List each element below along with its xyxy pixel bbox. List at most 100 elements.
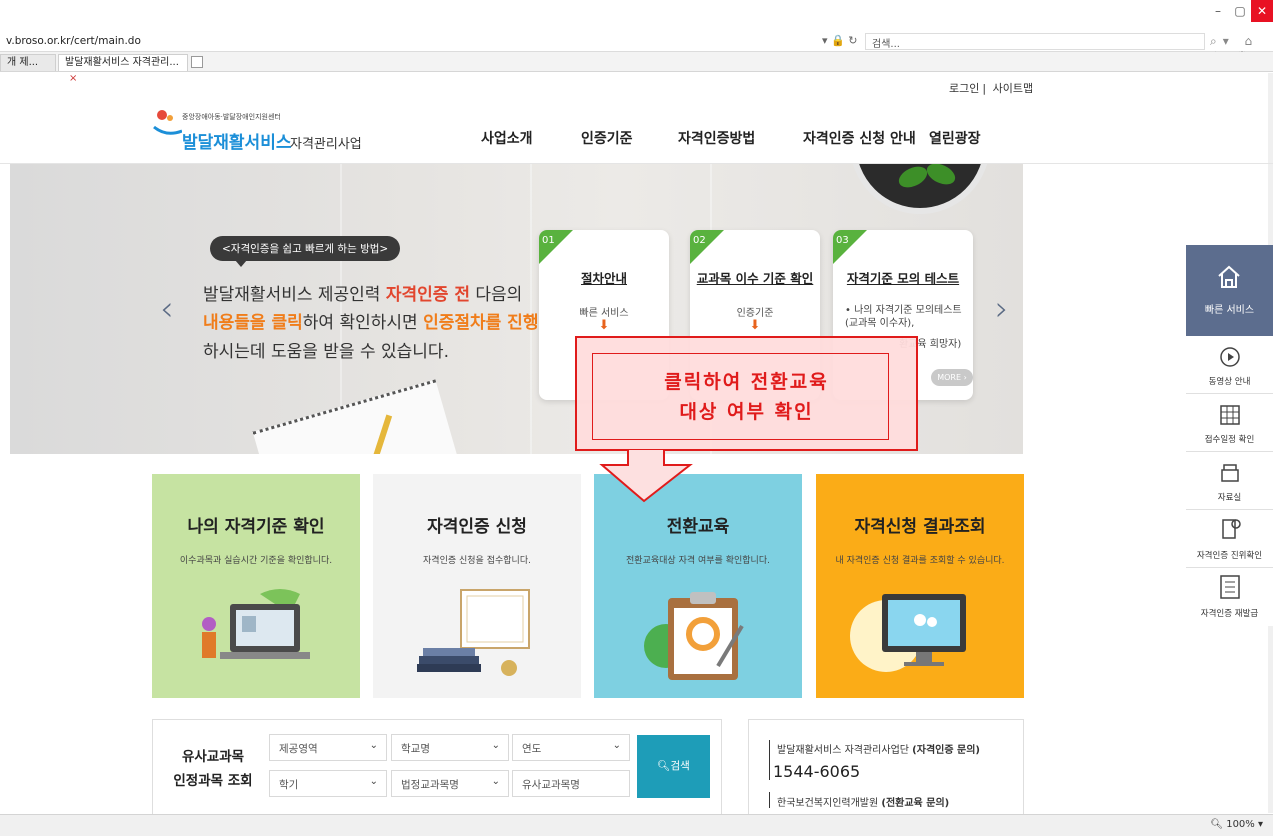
callout-arrow-icon [599, 449, 693, 503]
chevron-down-icon: ⌄ [491, 776, 500, 787]
hero-text-1c: 다음의 [469, 285, 523, 305]
tile-title: 자격신청 결과조회 [854, 517, 986, 537]
main-nav: 사업소개 인증기준 자격인증방법 자격인증 신청 안내 열린광장 [0, 128, 1273, 152]
quick-item-archive[interactable]: 자료실 [1186, 452, 1273, 510]
minimize-icon[interactable]: – [1207, 0, 1229, 22]
select-semester[interactable]: 학기 ⌄ [269, 770, 387, 797]
similar-course-input[interactable]: 유사교과목명 [512, 770, 630, 797]
tile-title: 전환교육 [666, 517, 730, 537]
contact-topic2: (전환교육 문의) [881, 798, 950, 809]
zoom-icon: 🔍︎ [1210, 819, 1224, 830]
tab-close-icon[interactable]: × [69, 73, 77, 84]
callout-text-line1: 클릭하여 전환교육 [664, 371, 829, 393]
step-number: 03 [836, 235, 849, 246]
login-link[interactable]: 로그인 [949, 82, 979, 95]
hero-text-2a: 내용들을 클릭 [203, 313, 303, 333]
callout-text-line2: 대상 여부 확인 [679, 401, 814, 423]
down-arrow-icon: ⬇ [749, 318, 761, 333]
step-title[interactable]: 자격기준 모의 테스트 [833, 268, 973, 287]
sitemap-link[interactable]: 사이트맵 [993, 82, 1033, 95]
zoom-control[interactable]: 🔍︎ 100% ▾ [1210, 819, 1263, 830]
certificate-icon [417, 589, 530, 676]
chevron-down-icon: ⌄ [612, 740, 621, 751]
close-icon[interactable]: ✕ [1251, 0, 1273, 22]
callout-box: 클릭하여 전환교육 대상 여부 확인 [575, 336, 918, 451]
hero-text-line1: 발달재활서비스 제공인력 자격인증 전 다음의 [203, 280, 522, 305]
quick-menu-head-label: 빠른 서비스 [1204, 305, 1255, 316]
browser-titlebar [0, 0, 1273, 34]
logo-small-text: 중앙장애아동·발달장애인지원센터 [182, 113, 281, 121]
quick-item-label: 자료실 [1217, 493, 1242, 503]
prev-slide-icon[interactable]: ‹ [160, 289, 174, 329]
select-area-value: 제공영역 [279, 743, 318, 755]
hero-pill-label: <자격인증을 쉽고 빠르게 하는 방법> [210, 236, 401, 261]
contact-topic1: (자격인증 문의) [912, 745, 980, 756]
browser-search-placeholder: 검색... [872, 39, 900, 50]
nav-item-apply-guide[interactable]: 자격인증 신청 안내 [803, 128, 916, 148]
step-title[interactable]: 절차안내 [539, 268, 669, 287]
new-tab-button[interactable] [191, 56, 203, 68]
hero-text-line2: 내용들을 클릭하여 확인하시면 인증절차를 진행 [203, 308, 538, 333]
chevron-down-icon: ⌄ [369, 740, 378, 751]
nav-item-community[interactable]: 열린광장 [929, 128, 981, 148]
tile-transition-education[interactable]: 전환교육 전환교육대상 자격 여부를 확인합니다. [594, 474, 802, 698]
tab-current[interactable]: 발달재활서비스 자격관리... × [58, 54, 188, 84]
hero-text-1b: 자격인증 전 [385, 285, 470, 305]
quick-menu-head[interactable]: 빠른 서비스 [1186, 245, 1273, 336]
calendar-icon [1220, 405, 1240, 425]
tile-desc: 전환교육대상 자격 여부를 확인합니다. [626, 556, 770, 566]
tile-apply-certification[interactable]: 자격인증 신청 자격인증 신청을 접수합니다. [373, 474, 581, 698]
tile-desc: 자격인증 신청을 접수합니다. [423, 556, 531, 566]
leaf-shape [895, 164, 931, 192]
search-button[interactable]: 🔍︎검색 [637, 735, 710, 798]
folder-icon [1221, 464, 1239, 482]
quick-item-video[interactable]: 동영상 안내 [1186, 336, 1273, 394]
id-card-icon [1220, 575, 1240, 599]
quick-item-label: 동영상 안내 [1208, 377, 1251, 387]
select-legal-course[interactable]: 법정교과목명 ⌄ [391, 770, 509, 797]
lock-refresh-icon[interactable]: ▾ 🔒 ↻ [822, 34, 857, 47]
contact-divider [769, 792, 770, 808]
chevron-down-icon: ⌄ [369, 776, 378, 787]
nav-item-about[interactable]: 사업소개 [481, 128, 533, 148]
select-year[interactable]: 연도 ⌄ [512, 734, 630, 761]
step-number: 02 [693, 235, 706, 246]
tile-title: 자격인증 신청 [427, 517, 527, 537]
nav-item-criteria[interactable]: 인증기준 [581, 128, 633, 148]
quick-item-verify[interactable]: 자격인증 진위확인 [1186, 510, 1273, 568]
tab-bar: 개 제... 발달재활서비스 자격관리... × [0, 52, 1273, 84]
quick-item-schedule[interactable]: 접수일정 확인 [1186, 394, 1273, 452]
quick-item-label: 접수일정 확인 [1204, 435, 1255, 445]
home-icon [1218, 265, 1240, 288]
contact-line2: 한국보건복지인력개발원 (전환교육 문의) [777, 794, 949, 809]
play-icon [1220, 347, 1240, 367]
step-title[interactable]: 교과목 이수 기준 확인 [690, 268, 820, 287]
document-check-icon [1222, 519, 1241, 539]
search-icon: 🔍︎ [657, 760, 671, 772]
select-area[interactable]: 제공영역 ⌄ [269, 734, 387, 761]
laptop-icon [202, 589, 310, 659]
select-school-value: 학교명 [401, 743, 430, 755]
hero-text-2c: 인증절차를 진행 [423, 313, 539, 333]
next-slide-icon[interactable]: › [995, 289, 1009, 329]
contact-divider [769, 740, 770, 780]
address-bar[interactable]: v.broso.or.kr/cert/main.do ▾ 🔒 ↻ 검색... ⌕… [0, 32, 1273, 63]
pill-tail-shape [235, 260, 247, 267]
browser-search-input[interactable]: 검색... [865, 33, 1205, 50]
select-legal-course-value: 법정교과목명 [401, 779, 459, 791]
tile-result-inquiry[interactable]: 자격신청 결과조회 내 자격인증 신청 결과를 조회할 수 있습니다. [816, 474, 1024, 698]
zoom-level: 100% [1226, 819, 1255, 830]
clipboard-icon [644, 592, 744, 680]
select-school[interactable]: 학교명 ⌄ [391, 734, 509, 761]
url-text[interactable]: v.broso.or.kr/cert/main.do [6, 35, 141, 47]
tab-previous[interactable]: 개 제... [0, 54, 56, 71]
step-number: 01 [542, 235, 555, 246]
more-button[interactable]: MORE › [931, 369, 973, 386]
nav-item-method[interactable]: 자격인증방법 [678, 128, 755, 148]
step-bullet-1: • 나의 자격기준 모의테스트 [845, 305, 962, 316]
select-year-value: 연도 [522, 743, 542, 755]
quick-item-reissue[interactable]: 자격인증 재발급 [1186, 568, 1273, 626]
step-bullet-2: (교과목 이수자), [845, 318, 915, 329]
tile-my-qualification[interactable]: 나의 자격기준 확인 이수과목과 실습시간 기준을 확인합니다. [152, 474, 360, 698]
restore-icon[interactable]: ▢ [1229, 0, 1251, 22]
